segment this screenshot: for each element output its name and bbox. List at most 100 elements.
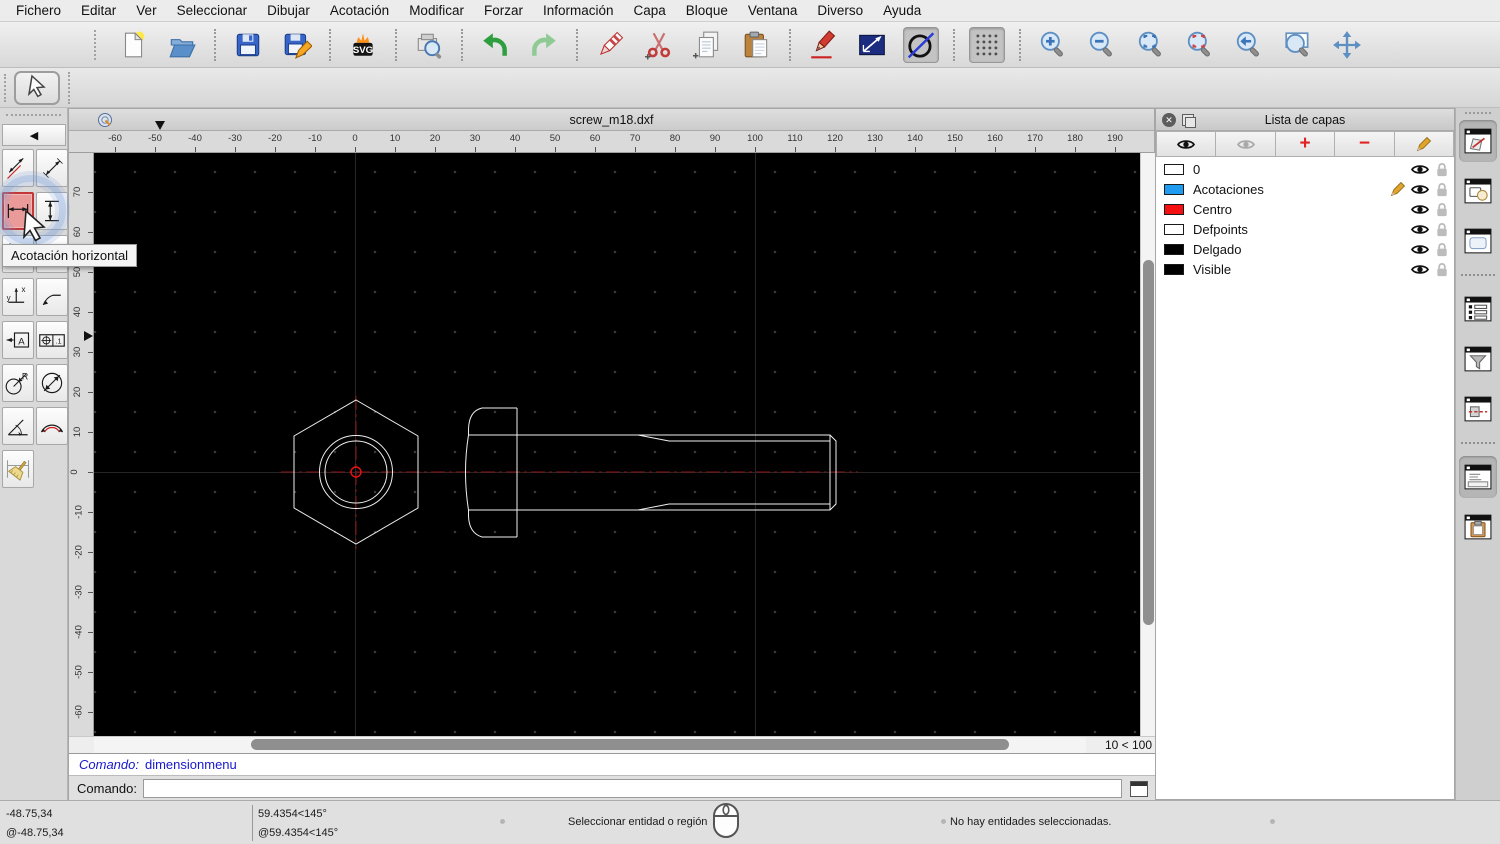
dim-radial-button[interactable]: R — [2, 364, 34, 402]
menu-acotación[interactable]: Acotación — [320, 0, 399, 22]
zoom-redraw-icon[interactable] — [1182, 27, 1218, 63]
close-panel-icon[interactable]: ✕ — [1162, 112, 1176, 127]
new-file-icon[interactable] — [115, 27, 151, 63]
copy-icon[interactable] — [690, 27, 726, 63]
layer-list-widget-icon[interactable] — [1459, 120, 1497, 162]
print-preview-icon[interactable] — [411, 27, 447, 63]
toolbar-drag-handle[interactable] — [4, 74, 6, 102]
layer-color-swatch[interactable] — [1164, 163, 1184, 175]
layer-visibility-eye[interactable] — [1410, 163, 1430, 176]
layer-lock-icon[interactable] — [1435, 202, 1449, 217]
dim-diametric-button[interactable] — [36, 364, 68, 402]
dock-drag-handle[interactable] — [1465, 112, 1491, 114]
menu-ver[interactable]: Ver — [126, 0, 166, 22]
snap-grid-icon[interactable] — [969, 26, 1005, 63]
block-list-widget-icon[interactable] — [1459, 170, 1497, 212]
menu-modificar[interactable]: Modificar — [399, 0, 474, 22]
layer-lock-icon[interactable] — [1435, 262, 1449, 277]
layer-color-swatch[interactable] — [1164, 243, 1184, 255]
entity-list-widget-icon[interactable] — [1459, 288, 1497, 330]
layer-row-defpoints[interactable]: Defpoints — [1156, 219, 1454, 239]
menu-seleccionar[interactable]: Seleccionar — [167, 0, 258, 22]
dim-arc-button[interactable] — [36, 407, 68, 445]
add-layer-plus-button[interactable]: + — [1275, 131, 1336, 157]
dim-vertical-button[interactable] — [36, 192, 68, 230]
layer-visibility-eye[interactable] — [1410, 223, 1430, 236]
layer-color-swatch[interactable] — [1164, 203, 1184, 215]
zoom-window-icon[interactable] — [1280, 27, 1316, 63]
restrict-nothing-icon[interactable] — [903, 26, 939, 63]
drawing-canvas[interactable] — [94, 153, 1140, 736]
dim-regenerate-button[interactable] — [2, 450, 34, 488]
zoom-pan-icon[interactable] — [1329, 27, 1365, 63]
paste-icon[interactable] — [739, 27, 775, 63]
zoom-auto-icon[interactable] — [1133, 27, 1169, 63]
toolbar-drag-handle[interactable] — [94, 29, 100, 60]
menu-bloque[interactable]: Bloque — [676, 0, 738, 22]
layer-row-acotaciones[interactable]: Acotaciones — [1156, 179, 1454, 199]
zoom-out-icon[interactable] — [1084, 27, 1120, 63]
library-browser-widget-icon[interactable] — [1459, 220, 1497, 262]
command-input[interactable] — [142, 779, 1122, 798]
layer-visibility-eye[interactable] — [1410, 263, 1430, 276]
menu-fichero[interactable]: Fichero — [6, 0, 71, 22]
layer-lock-icon[interactable] — [1435, 182, 1449, 197]
menu-ayuda[interactable]: Ayuda — [873, 0, 931, 22]
layer-color-swatch[interactable] — [1164, 183, 1184, 195]
draw-pencil-icon[interactable] — [805, 27, 841, 63]
demolition-widget-icon[interactable] — [1459, 388, 1497, 430]
layer-color-swatch[interactable] — [1164, 263, 1184, 275]
dim-linear-button[interactable] — [36, 149, 68, 187]
horizontal-scrollbar-thumb[interactable] — [251, 739, 1009, 750]
vertical-scrollbar-thumb[interactable] — [1143, 260, 1154, 625]
menu-forzar[interactable]: Forzar — [474, 0, 533, 22]
dim-angular-button[interactable] — [2, 407, 34, 445]
remove-layer-minus-button[interactable]: − — [1335, 131, 1395, 157]
menu-dibujar[interactable]: Dibujar — [257, 0, 320, 22]
filter-widget-icon[interactable] — [1459, 338, 1497, 380]
float-panel-icon[interactable] — [1182, 113, 1196, 128]
line-tool-icon[interactable] — [854, 27, 890, 63]
menu-ventana[interactable]: Ventana — [738, 0, 808, 22]
open-file-icon[interactable] — [164, 27, 200, 63]
cut-icon[interactable] — [641, 27, 677, 63]
delete-eraser-icon[interactable] — [592, 27, 628, 63]
menu-editar[interactable]: Editar — [71, 0, 126, 22]
dim-text-button[interactable]: A — [2, 321, 34, 359]
zoom-previous-icon[interactable] — [1231, 27, 1267, 63]
clipboard-widget-icon[interactable] — [1459, 506, 1497, 548]
menu-información[interactable]: Información — [533, 0, 624, 22]
drawing-window-titlebar[interactable]: screw_m18.dxf — [69, 109, 1154, 131]
redo-icon[interactable] — [526, 27, 562, 63]
vertical-scrollbar[interactable] — [1140, 153, 1156, 736]
save-as-icon[interactable] — [279, 27, 315, 63]
layer-lock-icon[interactable] — [1435, 242, 1449, 257]
layer-lock-icon[interactable] — [1435, 222, 1449, 237]
hide-all-eye-button[interactable] — [1216, 131, 1276, 157]
layer-color-swatch[interactable] — [1164, 223, 1184, 235]
layer-visibility-eye[interactable] — [1410, 243, 1430, 256]
layer-lock-icon[interactable] — [1435, 162, 1449, 177]
save-file-icon[interactable] — [230, 27, 266, 63]
menu-diverso[interactable]: Diverso — [807, 0, 873, 22]
layer-visibility-eye[interactable] — [1410, 203, 1430, 216]
menu-capa[interactable]: Capa — [624, 0, 676, 22]
svg-export-icon[interactable]: SVG — [345, 27, 381, 63]
undo-icon[interactable] — [477, 27, 513, 63]
command-widget-icon[interactable] — [1459, 456, 1497, 498]
show-all-eye-button[interactable] — [1156, 131, 1217, 157]
layer-row-delgado[interactable]: Delgado — [1156, 239, 1454, 259]
layer-row-0[interactable]: 0 — [1156, 159, 1454, 179]
select-tool-button[interactable] — [14, 71, 60, 105]
layer-row-centro[interactable]: Centro — [1156, 199, 1454, 219]
layer-row-visible[interactable]: Visible — [1156, 259, 1454, 279]
palette-back-button[interactable]: ◀ — [2, 124, 66, 146]
zoom-in-icon[interactable] — [1035, 27, 1071, 63]
dim-leader-button[interactable] — [36, 278, 68, 316]
dim-tolerance-button[interactable]: .1 — [36, 321, 68, 359]
edit-layer-pencil-button[interactable] — [1394, 131, 1455, 157]
dim-ordinate-button[interactable]: xy — [2, 278, 34, 316]
detach-command-button[interactable] — [1130, 780, 1148, 797]
layer-visibility-eye[interactable] — [1410, 183, 1430, 196]
horizontal-scrollbar[interactable] — [94, 737, 1086, 753]
